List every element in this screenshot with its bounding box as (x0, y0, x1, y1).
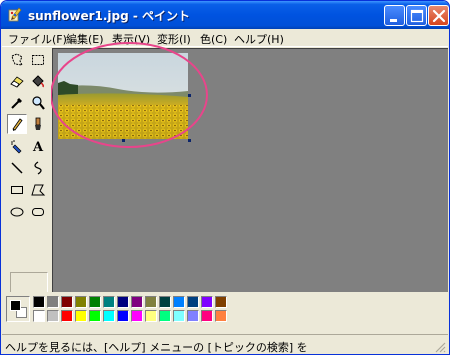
color-swatch[interactable] (215, 310, 227, 322)
window-title: sunflower1.jpg - ペイント (28, 9, 191, 23)
status-text: ヘルプを見るには、[ヘルプ] メニューの [トピックの検索] を (5, 341, 308, 354)
color-swatch[interactable] (173, 310, 185, 322)
tool-rectangle[interactable] (7, 180, 27, 200)
color-swatch[interactable] (89, 310, 101, 322)
color-swatch[interactable] (187, 310, 199, 322)
status-bar: ヘルプを見るには、[ヘルプ] メニューの [トピックの検索] を (2, 334, 448, 354)
color-swatch[interactable] (47, 310, 59, 322)
eraser-icon (10, 76, 24, 88)
color-swatch[interactable] (103, 310, 115, 322)
svg-text:A: A (32, 140, 44, 154)
polygon-icon (31, 184, 46, 196)
close-button[interactable] (428, 5, 449, 26)
tool-free-form-select[interactable] (7, 50, 27, 70)
color-swatch[interactable] (173, 296, 185, 308)
color-swatch[interactable] (89, 296, 101, 308)
color-swatch[interactable] (117, 310, 129, 322)
tool-airbrush[interactable] (7, 136, 27, 156)
paint-app-icon (8, 7, 22, 22)
eyedropper-icon (11, 98, 22, 109)
tool-text[interactable]: A (28, 136, 48, 156)
color-swatch[interactable] (131, 310, 143, 322)
free-form-select-icon (11, 53, 23, 66)
minimize-icon (390, 19, 397, 22)
color-palette (2, 292, 448, 332)
maximize-button[interactable] (406, 5, 427, 26)
color-swatch[interactable] (145, 296, 157, 308)
tool-pencil[interactable] (7, 114, 27, 134)
color-swatch[interactable] (75, 310, 87, 322)
brush-icon (35, 117, 41, 130)
color-swatch[interactable] (33, 296, 45, 308)
airbrush-icon (11, 140, 22, 154)
color-swatch[interactable] (61, 310, 73, 322)
color-swatch[interactable] (117, 296, 129, 308)
magnifier-icon (32, 96, 45, 110)
tool-magnifier[interactable] (28, 93, 48, 113)
fill-bucket-icon (32, 75, 44, 88)
color-swatch[interactable] (201, 296, 213, 308)
foreground-color[interactable] (10, 300, 21, 311)
minimize-button[interactable] (384, 5, 405, 26)
canvas-area[interactable] (51, 42, 448, 292)
current-colors[interactable] (6, 296, 30, 322)
maximize-icon (410, 9, 424, 23)
color-swatch[interactable] (159, 310, 171, 322)
color-swatch[interactable] (145, 310, 157, 322)
color-swatch[interactable] (33, 310, 45, 322)
tool-pick-color[interactable] (7, 93, 27, 113)
tool-eraser[interactable] (7, 71, 27, 91)
color-swatch[interactable] (47, 296, 59, 308)
tool-select[interactable] (28, 50, 48, 70)
menu-help[interactable]: ヘルプ(H) (234, 31, 284, 47)
text-icon: A (32, 140, 44, 154)
tool-line[interactable] (7, 158, 27, 178)
tool-polygon[interactable] (28, 180, 48, 200)
curve-icon (34, 161, 42, 175)
color-swatch[interactable] (61, 296, 73, 308)
color-swatch[interactable] (215, 296, 227, 308)
color-swatch[interactable] (75, 296, 87, 308)
tool-ellipse[interactable] (7, 202, 27, 222)
resize-grip-icon[interactable] (434, 341, 446, 353)
color-swatch[interactable] (103, 296, 115, 308)
rounded-rectangle-icon (32, 208, 44, 216)
toolbox: A (4, 48, 50, 330)
tool-fill[interactable] (28, 71, 48, 91)
pencil-icon (12, 118, 23, 131)
color-swatch[interactable] (187, 296, 199, 308)
tool-curve[interactable] (28, 158, 48, 178)
color-swatch[interactable] (159, 296, 171, 308)
highlight-circle (51, 42, 208, 148)
close-icon (432, 9, 446, 23)
line-icon (11, 162, 23, 174)
rectangle-icon (11, 186, 23, 194)
ellipse-icon (10, 207, 24, 217)
tool-brush[interactable] (28, 114, 48, 134)
color-swatch[interactable] (201, 310, 213, 322)
title-bar[interactable]: sunflower1.jpg - ペイント (1, 1, 449, 29)
select-icon (32, 55, 44, 65)
color-swatch[interactable] (131, 296, 143, 308)
paint-window: sunflower1.jpg - ペイント ファイル(F) 編集(E) 表示(V… (0, 0, 450, 355)
tool-rounded-rectangle[interactable] (28, 202, 48, 222)
